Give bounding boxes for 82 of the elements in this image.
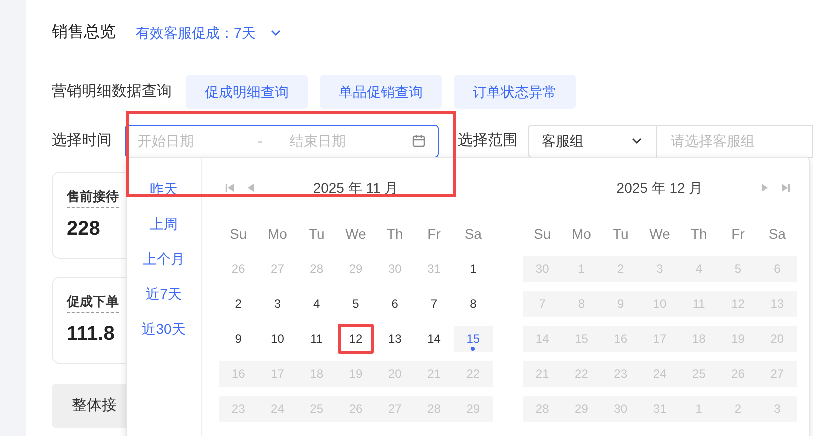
day-number: 31 <box>428 261 441 278</box>
weekday-label: Tu <box>308 224 326 244</box>
day-number: 30 <box>388 261 402 278</box>
query-button[interactable]: 订单状态异常 <box>454 75 576 109</box>
weekday-label: Su <box>533 224 552 244</box>
day-number: 1 <box>470 261 477 278</box>
stat-label: 售前接待 <box>67 187 119 208</box>
day-number: 4 <box>314 296 320 313</box>
day-number: 8 <box>470 296 477 313</box>
day-number: 10 <box>271 331 284 348</box>
weekday-label: Tu <box>612 224 630 244</box>
weekday-label: Sa <box>464 224 483 244</box>
weekday-label: Th <box>386 224 404 244</box>
weekday-label: Mo <box>266 224 288 244</box>
day-number: 27 <box>271 261 284 278</box>
day-cell[interactable]: 15 <box>454 326 493 352</box>
day-cell[interactable]: 26 <box>219 256 258 282</box>
weekday-label: We <box>344 224 368 244</box>
day-cell[interactable]: 2 <box>219 291 258 317</box>
day-number: 9 <box>235 331 242 348</box>
weekday-label: Fr <box>730 224 746 244</box>
day-number: 29 <box>349 261 363 278</box>
day-cell[interactable]: 6 <box>376 291 415 317</box>
scope-label: 选择范围 <box>458 130 519 151</box>
end-date-placeholder: 结束日期 <box>290 132 347 150</box>
day-cell[interactable]: 7 <box>414 291 454 317</box>
day-cell[interactable]: 9 <box>219 326 258 352</box>
day-cell[interactable]: 3 <box>258 291 298 317</box>
preset-link[interactable]: 上周 <box>150 213 178 235</box>
day-cell[interactable]: 10 <box>258 326 298 352</box>
day-number: 11 <box>310 331 324 348</box>
month-title: 2025 年 12 月 <box>616 178 704 198</box>
day-cell[interactable]: 1 <box>454 256 493 282</box>
day-number: 14 <box>428 331 441 348</box>
day-cell[interactable]: 13 <box>376 326 415 352</box>
day-number: 7 <box>430 296 438 313</box>
stat-label: 促成下单 <box>67 292 119 312</box>
month-title: 2025 年 11 月 <box>313 178 399 198</box>
day-cell[interactable]: 31 <box>414 256 454 282</box>
previous-month-button[interactable] <box>247 183 257 193</box>
query-button[interactable]: 单品促销查询 <box>320 75 442 109</box>
weekday-label: We <box>648 224 672 244</box>
day-number: 15 <box>466 331 480 348</box>
day-cell[interactable]: 14 <box>414 326 454 352</box>
day-cell[interactable]: 11 <box>297 326 336 352</box>
query-button[interactable]: 促成明细查询 <box>186 75 308 109</box>
stat-value: 228 <box>67 216 100 242</box>
time-label: 选择时间 <box>52 130 113 151</box>
day-number: 3 <box>274 296 282 313</box>
day-cell[interactable]: 8 <box>454 291 493 317</box>
weekday-label: Th <box>690 224 708 244</box>
preset-link[interactable]: 近30天 <box>142 318 186 340</box>
preset-link[interactable]: 上个月 <box>143 248 185 270</box>
page-title: 销售总览 <box>52 23 116 43</box>
filter-dropdown[interactable]: 有效客服促成：7天 <box>136 22 282 44</box>
day-number: 5 <box>352 296 360 313</box>
weekday-label: Su <box>229 224 248 244</box>
day-cell[interactable]: 4 <box>297 291 336 317</box>
start-date-placeholder: 开始日期 <box>138 132 195 150</box>
weekday-label: Fr <box>426 224 442 244</box>
stat-value: 111.8 <box>67 322 115 346</box>
preset-link[interactable]: 近7天 <box>146 283 182 305</box>
weekday-label: Sa <box>768 224 787 244</box>
day-cell[interactable]: 29 <box>336 256 376 282</box>
day-cell[interactable]: 30 <box>376 256 415 282</box>
range-separator: - <box>258 132 264 150</box>
caret-left-icon <box>247 183 257 193</box>
day-cell[interactable]: 28 <box>297 256 336 282</box>
day-number: 13 <box>388 331 402 348</box>
day-cell[interactable]: 27 <box>258 256 298 282</box>
previous-year-button[interactable] <box>225 183 235 193</box>
skip-back-icon <box>225 183 235 193</box>
day-number: 28 <box>310 261 324 278</box>
day-number: 6 <box>392 296 398 313</box>
day-number: 26 <box>232 261 246 278</box>
weekday-label: Mo <box>570 224 592 244</box>
skip-forward-icon <box>780 183 791 193</box>
query-label: 营销明细数据查询 <box>52 82 172 102</box>
next-year-button[interactable] <box>780 183 791 193</box>
calendar-icon <box>412 134 426 148</box>
day-cell[interactable]: 5 <box>336 291 376 317</box>
day-number: 2 <box>235 296 242 313</box>
